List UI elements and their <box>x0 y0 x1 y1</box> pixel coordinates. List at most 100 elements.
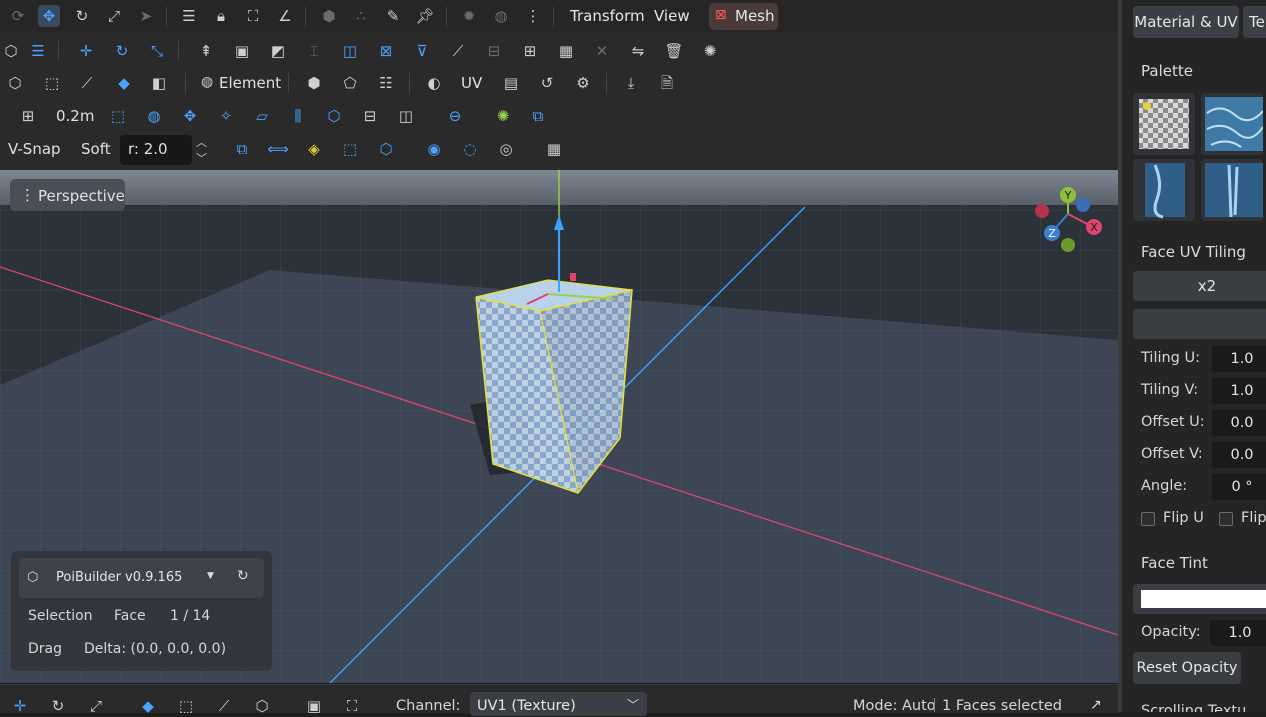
vertex-mode-icon[interactable]: ⬚ <box>41 72 63 94</box>
tiling-v-input[interactable]: 1.0 <box>1212 378 1266 404</box>
bevel-icon[interactable]: ◩ <box>267 40 289 62</box>
offset-v-input[interactable]: 0.0 <box>1212 442 1266 468</box>
sliders-icon[interactable]: ☷ <box>375 72 397 94</box>
vertex-path-icon[interactable]: ∴ <box>350 5 372 27</box>
face-mode-icon[interactable]: ◆ <box>113 72 135 94</box>
external-link-icon[interactable]: ↗ <box>1090 697 1102 713</box>
axis-neg-z-handle[interactable] <box>1076 198 1090 212</box>
frame-select-icon[interactable]: ⛶ <box>242 5 264 27</box>
tiling-x2-button[interactable]: x2 <box>1133 271 1266 301</box>
brush-icon[interactable]: ✎ <box>382 5 404 27</box>
axis-gizmo[interactable]: Y X Z <box>1030 184 1110 256</box>
reset-opacity-button[interactable]: Reset Opacity <box>1133 652 1241 684</box>
light-icon[interactable]: ✺ <box>699 40 721 62</box>
extrude-icon[interactable]: ⇞ <box>195 40 217 62</box>
tab-textures[interactable]: Te <box>1243 6 1266 38</box>
grid-icon[interactable]: ⊞ <box>17 105 39 127</box>
uv-label[interactable]: UV <box>461 74 482 92</box>
lock-icon[interactable]: 🔒︎ <box>210 5 232 27</box>
status-move-icon[interactable]: ✛ <box>9 695 31 717</box>
stepper-up-icon[interactable]: ︿ <box>196 134 207 150</box>
settings-gear-icon[interactable]: ⚙ <box>572 72 594 94</box>
grid-size-value[interactable]: 0.2m <box>56 107 94 125</box>
snap-vertex-icon[interactable]: ✧ <box>215 105 237 127</box>
add-shape-icon[interactable]: ⬢ <box>303 72 325 94</box>
more-vertical-icon[interactable]: ⋮ <box>522 5 544 27</box>
soft-ring-icon[interactable]: ◌ <box>459 138 481 160</box>
flip-v-checkbox[interactable] <box>1219 512 1233 526</box>
reset-icon[interactable]: ↺ <box>536 72 558 94</box>
soft-falloff-icon[interactable]: ◎ <box>495 138 517 160</box>
inset-icon[interactable]: ▣ <box>231 40 253 62</box>
flip-u-checkbox[interactable] <box>1141 512 1155 526</box>
move-icon[interactable]: ✛ <box>75 40 97 62</box>
loop-cut-icon[interactable]: ⊟ <box>483 40 505 62</box>
element-label[interactable]: Element <box>219 74 281 92</box>
object-mode-icon[interactable]: ⬡ <box>4 72 26 94</box>
scale-icon[interactable]: ⤡ <box>146 40 168 62</box>
snap-plane-icon[interactable]: ▱ <box>251 105 273 127</box>
snap-sun-icon[interactable]: ✺ <box>492 105 514 127</box>
status-element-icon[interactable]: ⬡ <box>251 695 273 717</box>
cube-icon[interactable]: ⬢ <box>318 5 340 27</box>
soft-table-icon[interactable]: ▦ <box>543 138 565 160</box>
status-edge-icon[interactable]: ⟋ <box>213 695 235 717</box>
layers-icon[interactable]: ☰ <box>27 40 49 62</box>
palette-swatch-ice-a[interactable] <box>1133 159 1195 221</box>
object-cube-icon[interactable]: ⬡ <box>0 40 22 62</box>
dropdown-icon[interactable]: ▼ <box>207 571 214 581</box>
angle-snap-icon[interactable]: ∠ <box>274 5 296 27</box>
opacity-input[interactable]: 1.0 <box>1210 620 1266 646</box>
status-rotate-icon[interactable]: ↻ <box>47 695 69 717</box>
offset-edge-icon[interactable]: ⊞ <box>519 40 541 62</box>
snap-sphere-icon[interactable]: ◍ <box>143 105 165 127</box>
status-vertex-icon[interactable]: ⬚ <box>175 695 197 717</box>
rotate-tool-icon[interactable]: ↻ <box>71 5 93 27</box>
snap-bounds-icon[interactable]: ⬚ <box>107 105 129 127</box>
snap-cylinder-icon[interactable]: ⊖ <box>444 105 466 127</box>
download-icon[interactable]: ⤓ <box>620 72 642 94</box>
delete-icon[interactable]: 🗑︎ <box>663 40 685 62</box>
soft-pick-icon[interactable]: ⬚ <box>339 138 361 160</box>
polygon-icon[interactable]: ⬠ <box>339 72 361 94</box>
soft-arrows-icon[interactable]: ⟺ <box>267 138 289 160</box>
refresh-icon[interactable]: ↻ <box>237 568 249 584</box>
split-icon[interactable]: ◫ <box>339 40 361 62</box>
tiling-u-input[interactable]: 1.0 <box>1212 346 1266 372</box>
rotate-icon[interactable]: ↻ <box>111 40 133 62</box>
soft-toggle-icon[interactable]: ◉ <box>423 138 445 160</box>
palette-swatch-ice-b[interactable] <box>1201 159 1263 221</box>
snap-column-icon[interactable]: ◫ <box>395 105 417 127</box>
menu-transform[interactable]: Transform <box>570 7 645 25</box>
axis-neg-x-handle[interactable] <box>1035 204 1049 218</box>
tab-material-uv[interactable]: Material & UV <box>1133 6 1239 38</box>
uv-list-icon[interactable]: ▤ <box>500 72 522 94</box>
soft-anchor-icon[interactable]: ◈ <box>303 138 325 160</box>
tiling-extra-button[interactable] <box>1133 309 1266 339</box>
angle-input[interactable]: 0 ° <box>1212 474 1266 500</box>
status-scale-icon[interactable]: ⤢ <box>85 695 107 717</box>
document-icon[interactable]: 🗎︎ <box>656 72 678 94</box>
flip-normals-icon[interactable]: ⇋ <box>627 40 649 62</box>
menu-view[interactable]: View <box>654 7 690 25</box>
edit-list-icon[interactable]: ☰ <box>178 5 200 27</box>
palette-swatch-checker[interactable] <box>1133 93 1195 155</box>
stepper-down-icon[interactable]: ﹀ <box>196 150 207 166</box>
soft-label[interactable]: Soft <box>81 140 111 158</box>
pointer-tool-icon[interactable]: ➤ <box>135 5 157 27</box>
rotate-gizmo-icon[interactable]: ⟳ <box>7 5 29 27</box>
merge-icon[interactable]: ⊠ <box>375 40 397 62</box>
element-mode-icon[interactable]: ◧ <box>148 72 170 94</box>
subdivide-icon[interactable]: ▦ <box>555 40 577 62</box>
soft-select-icon[interactable]: ⧉ <box>231 138 253 160</box>
move-tool-icon[interactable]: ✥ <box>38 5 60 27</box>
vsnap-label[interactable]: V-Snap <box>8 140 61 158</box>
status-face-icon[interactable]: ◆ <box>137 695 159 717</box>
status-frame-icon[interactable]: ⛶ <box>341 695 363 717</box>
sun-icon[interactable]: ✹ <box>458 5 480 27</box>
scale-tool-icon[interactable]: ⤢ <box>103 5 125 27</box>
uv-sphere-icon[interactable]: ◐ <box>423 72 445 94</box>
status-uv-icon[interactable]: ▣ <box>303 695 325 717</box>
tint-color-field[interactable] <box>1133 584 1266 614</box>
axis-neg-y-handle[interactable] <box>1061 238 1075 252</box>
